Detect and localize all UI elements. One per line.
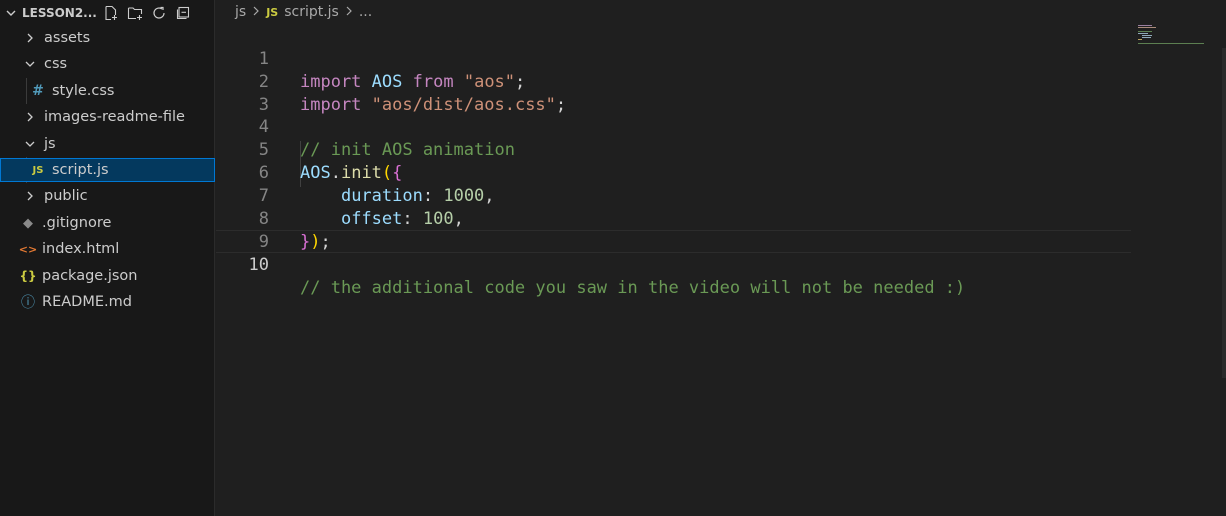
tree-item-label: assets	[44, 30, 91, 46]
js-file-icon: JS	[266, 5, 279, 19]
code-comment: // the additional code you saw in the vi…	[300, 278, 966, 298]
chevron-right-icon	[252, 5, 260, 19]
tree-folder-js[interactable]: js	[0, 132, 215, 156]
chevron-right-icon	[22, 188, 38, 204]
tree-item-label: css	[44, 56, 68, 72]
breadcrumb: js JS script.js ...	[216, 0, 1226, 24]
code-line: 6 duration: 1000,	[216, 139, 1131, 206]
tree-file-readme-md[interactable]: ⓘ README.md	[0, 290, 215, 314]
breadcrumb-file[interactable]: script.js	[284, 4, 339, 20]
code-line: 8 });	[216, 185, 1131, 252]
git-file-icon: ◆	[23, 215, 33, 231]
tree-item-label: README.md	[42, 294, 132, 310]
css-file-icon: #	[32, 83, 44, 99]
vertical-scrollbar[interactable]	[1222, 48, 1226, 378]
tree-item-label: js	[44, 136, 56, 152]
code-line: 5 AOS.init({	[216, 116, 1131, 183]
refresh-icon[interactable]	[150, 4, 168, 22]
explorer-header: LESSON2...	[0, 0, 214, 26]
tree-folder-public[interactable]: public	[0, 184, 215, 208]
tree-file-style-css[interactable]: # style.css	[0, 79, 215, 103]
tree-item-label: index.html	[42, 241, 120, 257]
chevron-down-icon[interactable]	[4, 6, 18, 20]
chevron-down-icon	[22, 56, 38, 72]
explorer-sidebar: LESSON2... assets css # style.css images…	[0, 0, 215, 516]
tree-file-script-js[interactable]: JS script.js	[0, 158, 215, 182]
tree-item-label: script.js	[52, 162, 109, 178]
tree-item-label: public	[44, 188, 88, 204]
code-line-current: 10 // the additional code you saw in the…	[216, 230, 1131, 298]
chevron-right-icon	[345, 5, 353, 19]
code-line: 7 offset: 100,	[216, 162, 1131, 229]
tree-file-gitignore[interactable]: ◆ .gitignore	[0, 211, 215, 235]
tree-folder-images-readme-file[interactable]: images-readme-file	[0, 105, 215, 129]
collapse-all-icon[interactable]	[174, 4, 192, 22]
new-folder-icon[interactable]	[126, 4, 144, 22]
line-number: 10	[248, 255, 269, 275]
new-file-icon[interactable]	[102, 4, 120, 22]
code-line: 9	[216, 208, 1131, 252]
tree-item-label: .gitignore	[42, 215, 112, 231]
chevron-right-icon	[22, 30, 38, 46]
html-file-icon: <>	[18, 242, 38, 256]
tree-folder-assets[interactable]: assets	[0, 26, 215, 50]
tree-folder-css[interactable]: css	[0, 52, 215, 76]
minimap[interactable]	[1136, 24, 1206, 54]
tree-file-index-html[interactable]: <> index.html	[0, 237, 215, 261]
code-line: 4 // init AOS animation	[216, 93, 1131, 160]
code-editor[interactable]: 1 import AOS from "aos"; 2 import "aos/d…	[216, 24, 1226, 516]
code-line: 1 import AOS from "aos";	[216, 25, 1131, 92]
tree-item-label: package.json	[42, 268, 138, 284]
chevron-right-icon	[22, 109, 38, 125]
json-file-icon: {}	[19, 269, 37, 283]
js-file-icon: JS	[32, 164, 44, 176]
tree-item-label: style.css	[52, 83, 115, 99]
tree-item-label: images-readme-file	[44, 109, 185, 125]
code-line: 2 import "aos/dist/aos.css";	[216, 48, 1131, 115]
breadcrumb-symbols[interactable]: ...	[359, 4, 372, 20]
info-file-icon: ⓘ	[21, 295, 35, 311]
breadcrumb-folder[interactable]: js	[235, 4, 246, 20]
chevron-down-icon	[22, 136, 38, 152]
tree-file-package-json[interactable]: {} package.json	[0, 264, 215, 288]
workspace-title[interactable]: LESSON2...	[22, 6, 98, 20]
code-line: 3	[216, 71, 1131, 115]
